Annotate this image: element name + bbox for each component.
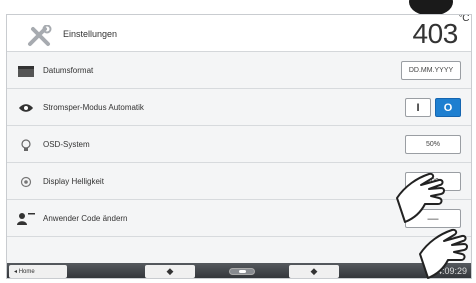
clock: 14:09:29 — [431, 266, 467, 276]
setting-label: Datumsformat — [43, 66, 94, 75]
setting-row-brightness[interactable]: Display Helligkeit 100 — [7, 164, 471, 200]
setting-row-date-format[interactable]: Datumsformat DD.MM.YYYY — [7, 53, 471, 89]
power-save-toggle[interactable]: I O — [405, 98, 461, 117]
settings-screen: Einstellungen 403°C Datumsformat DD.MM.Y… — [6, 14, 472, 279]
date-format-button[interactable]: DD.MM.YYYY — [401, 61, 461, 80]
setting-label: Anwender Code ändern — [43, 214, 128, 223]
home-button[interactable]: ◂ Home — [9, 265, 67, 278]
prev-page-button[interactable]: ◆ — [145, 265, 195, 278]
setting-row-osd[interactable]: OSD-System 50% — [7, 127, 471, 163]
tools-icon — [28, 25, 52, 46]
brightness-value-button[interactable]: 100 — [405, 172, 461, 191]
toggle-off-button[interactable]: I — [405, 98, 431, 117]
setting-label: OSD-System — [43, 140, 90, 149]
next-page-button[interactable]: ◆ — [289, 265, 339, 278]
power-save-icon — [19, 104, 33, 112]
setting-row-power-save[interactable]: Stromsper-Modus Automatik I O — [7, 90, 471, 126]
header: Einstellungen 403°C — [7, 14, 471, 52]
brightness-icon — [20, 176, 32, 188]
osd-value-button[interactable]: 50% — [405, 135, 461, 154]
page-title: Einstellungen — [63, 29, 118, 39]
user-code-icon — [17, 213, 35, 225]
setting-row-user-code[interactable]: Anwender Code ändern — — [7, 201, 471, 237]
footer-bar: ◂ Home ◆ ◆ 14:09:29 — [7, 263, 471, 278]
calendar-icon — [18, 66, 34, 77]
user-code-button[interactable]: — — [405, 209, 461, 228]
setting-label: Stromsper-Modus Automatik — [43, 103, 144, 112]
temperature-display: 403°C — [412, 14, 470, 49]
light-icon — [21, 139, 31, 151]
toggle-on-button[interactable]: O — [435, 98, 461, 117]
setting-label: Display Helligkeit — [43, 177, 104, 186]
page-indicator — [229, 268, 255, 275]
